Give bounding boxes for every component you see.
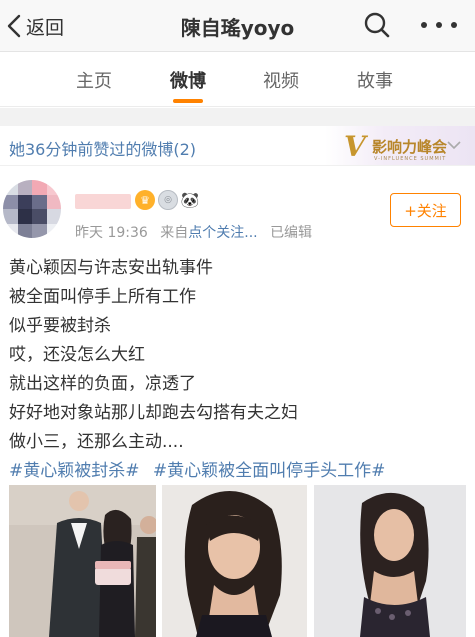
tab-video[interactable]: 视频 xyxy=(251,67,311,93)
tab-weibo[interactable]: 微博 xyxy=(158,67,218,93)
post-line: 被全面叫停手上所有工作 xyxy=(9,287,196,307)
promo-logo-v: V xyxy=(344,130,366,163)
promo-title: 影响力峰会 xyxy=(372,138,448,156)
post-photo[interactable] xyxy=(162,485,307,637)
avatar[interactable] xyxy=(3,180,61,238)
photo-image xyxy=(9,485,156,637)
post-content: 黄心颖因与许志安出轨事件 被全面叫停手上所有工作 似乎要被封杀 哎，还没怎么大红… xyxy=(9,254,469,457)
post-meta: 昨天 19:36 来自点个关注... 已编辑 xyxy=(75,222,312,242)
photo-image xyxy=(314,485,466,637)
top-navigation-bar: 返回 陳自瑤yoyo xyxy=(0,0,475,52)
more-dot xyxy=(421,22,427,28)
liked-posts-text[interactable]: 她36分钟前赞过的微博(2) xyxy=(9,136,196,160)
post-line: 就出这样的负面，凉透了 xyxy=(9,374,196,394)
username-redacted[interactable] xyxy=(75,194,131,209)
post-line: 好好地对象站那儿却跑去勾搭有夫之妇 xyxy=(9,403,298,423)
source-prefix: 来自 xyxy=(160,225,189,241)
more-dot xyxy=(436,22,442,28)
tab-story[interactable]: 故事 xyxy=(345,67,405,93)
panda-icon: 🐼 xyxy=(180,190,200,210)
more-dot xyxy=(451,22,457,28)
tab-home[interactable]: 主页 xyxy=(64,67,124,93)
hashtag-link[interactable]: #黄心颖被全面叫停手头工作# xyxy=(153,461,386,481)
active-tab-indicator xyxy=(173,99,203,103)
more-icon[interactable] xyxy=(421,14,457,36)
medal-icon: ◎ xyxy=(158,190,178,210)
photo-image xyxy=(162,485,307,637)
section-divider xyxy=(0,108,475,126)
post-line: 似乎要被封杀 xyxy=(9,316,111,336)
post-source[interactable]: 点个关注... xyxy=(188,225,257,241)
post-time: 昨天 19:36 xyxy=(75,225,148,241)
search-icon xyxy=(364,12,390,38)
hashtags: #黄心颖被封杀# #黄心颖被全面叫停手头工作# xyxy=(9,456,385,481)
chevron-down-icon[interactable] xyxy=(446,139,462,151)
profile-tabs: 主页 微博 视频 故事 xyxy=(0,53,475,107)
crown-icon: ♛ xyxy=(135,190,155,210)
edited-label: 已编辑 xyxy=(270,225,313,241)
follow-button[interactable]: +关注 xyxy=(390,193,461,227)
search-button[interactable] xyxy=(363,11,391,39)
hashtag-link[interactable]: #黄心颖被封杀# xyxy=(9,461,140,481)
promo-subtitle: V-INFLUENCE SUMMIT xyxy=(374,156,447,162)
liked-posts-bar[interactable]: 她36分钟前赞过的微博(2) V 影响力峰会 V-INFLUENCE SUMMI… xyxy=(0,126,475,166)
post-photo[interactable] xyxy=(314,485,466,637)
post-photo[interactable] xyxy=(9,485,156,637)
post-line: 哎，还没怎么大红 xyxy=(9,345,145,365)
post-line: 做小三，还那么主动.... xyxy=(9,432,184,452)
page-title: 陳自瑤yoyo xyxy=(180,16,295,40)
post-line: 黄心颖因与许志安出轨事件 xyxy=(9,258,213,278)
